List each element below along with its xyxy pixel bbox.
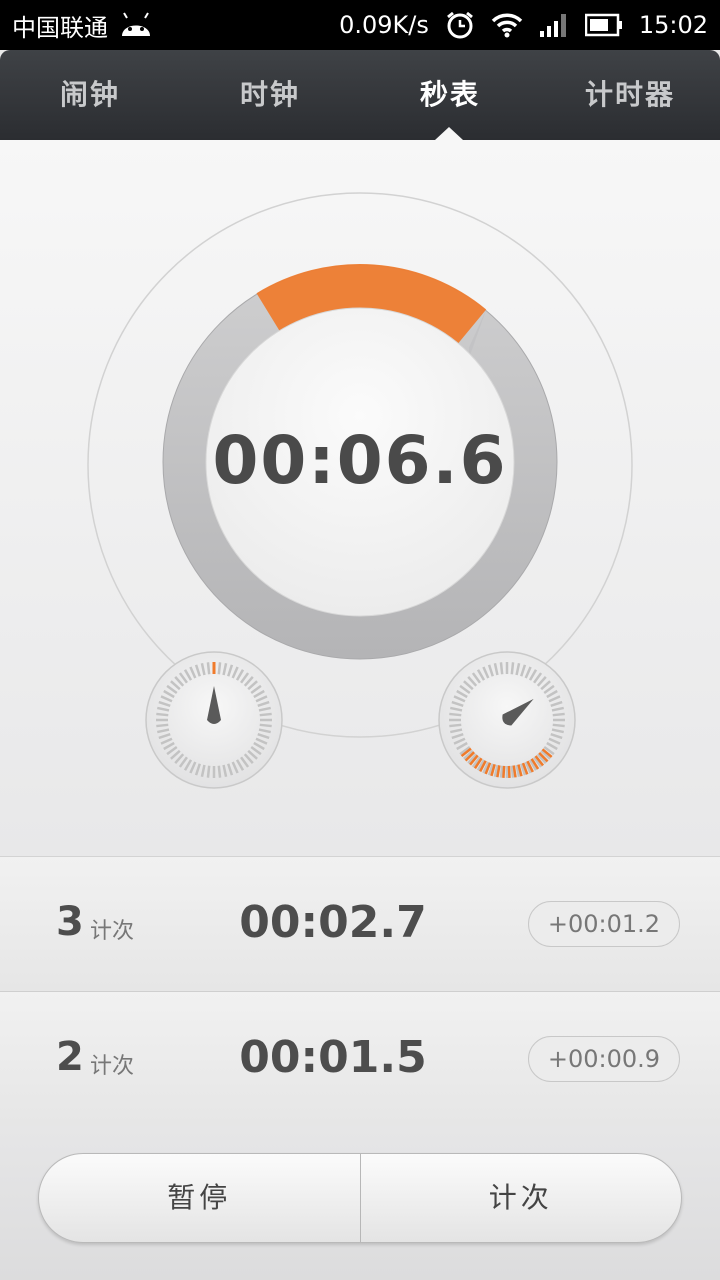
gauge-tick xyxy=(499,765,504,778)
gauge-tick xyxy=(510,662,515,675)
stopwatch-dial-area: 00:06.6 xyxy=(0,140,720,856)
status-bar: 中国联通 0.09K/s 15:02 xyxy=(0,0,720,50)
android-icon xyxy=(118,12,154,38)
gauge-tick xyxy=(156,712,169,717)
active-tab-indicator xyxy=(435,127,463,140)
network-speed: 0.09K/s xyxy=(339,11,429,39)
gauge-tick xyxy=(206,765,211,778)
gauge-tick xyxy=(449,712,462,717)
stopwatch-screen: 中国联通 0.09K/s 15:02 闹钟 时钟 秒表 计时器 00:06.6 … xyxy=(0,0,720,1280)
lap-row: 3 计次 00:02.7 +00:01.2 xyxy=(0,857,720,992)
gauge-tick xyxy=(259,712,272,717)
tab-alarm[interactable]: 闹钟 xyxy=(0,50,180,140)
tab-bar: 闹钟 时钟 秒表 计时器 xyxy=(0,50,720,140)
gauge-tick xyxy=(156,723,169,728)
right-gauge xyxy=(438,651,576,789)
gauge-tick xyxy=(259,723,272,728)
gauge-tick xyxy=(217,662,222,675)
tab-clock[interactable]: 时钟 xyxy=(180,50,360,140)
gauge-tick-active xyxy=(507,765,511,779)
tab-timer[interactable]: 计时器 xyxy=(540,50,720,140)
control-button-group: 暂停 计次 xyxy=(38,1153,682,1243)
signal-icon xyxy=(539,12,569,38)
lap-diff-badge: +00:00.9 xyxy=(528,1036,680,1082)
lap-diff-badge: +00:01.2 xyxy=(528,901,680,947)
lap-row: 2 计次 00:01.5 +00:00.9 xyxy=(0,992,720,1127)
left-gauge xyxy=(145,651,283,789)
gauge-tick-active xyxy=(502,765,506,778)
lap-list: 3 计次 00:02.7 +00:01.2 2 计次 00:01.5 +00:0… xyxy=(0,856,720,1127)
lap-button[interactable]: 计次 xyxy=(359,1154,682,1242)
gauge-tick xyxy=(499,662,504,675)
carrier-label: 中国联通 xyxy=(12,13,108,42)
controls-bar: 暂停 计次 xyxy=(0,1126,720,1280)
battery-icon xyxy=(584,13,623,37)
gauge-tick xyxy=(217,765,222,778)
gauge-tick-active xyxy=(512,765,517,778)
gauge-tick xyxy=(449,723,462,728)
stopwatch-time: 00:06.6 xyxy=(212,422,508,499)
clock-time: 15:02 xyxy=(638,11,708,39)
pause-button[interactable]: 暂停 xyxy=(39,1154,360,1242)
gauge-tick xyxy=(552,723,565,728)
gauge-tick xyxy=(552,712,565,717)
alarm-icon xyxy=(445,11,475,39)
gauge-tick xyxy=(206,662,211,675)
wifi-icon xyxy=(491,12,523,38)
